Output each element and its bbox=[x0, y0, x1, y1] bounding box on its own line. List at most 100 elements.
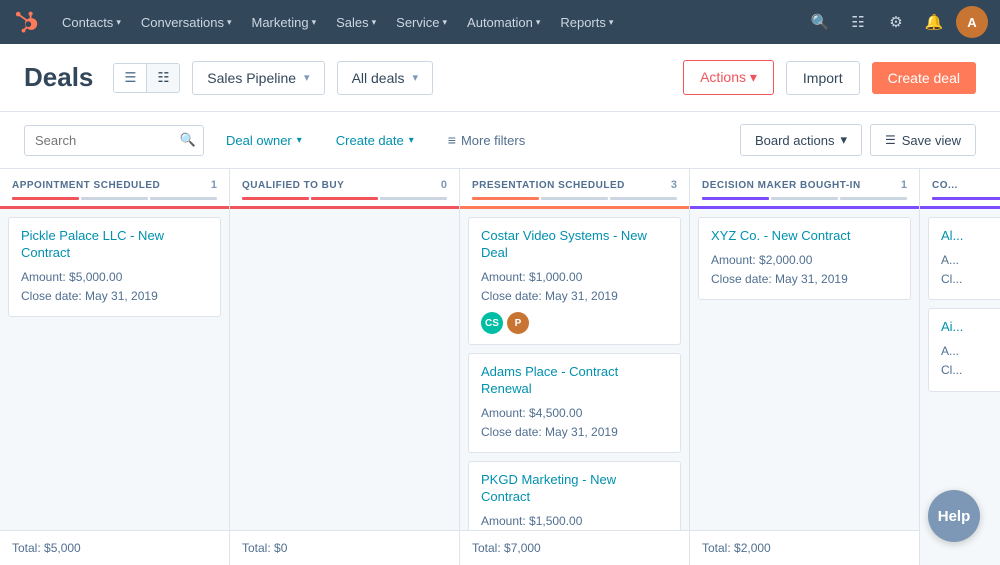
deal-detail: Amount: $4,500.00Close date: May 31, 201… bbox=[481, 404, 668, 442]
list-view-button[interactable]: ☰ bbox=[114, 64, 147, 92]
page-header: Deals ☰ ☷ Sales Pipeline ▾ All deals ▾ A… bbox=[0, 44, 1000, 112]
deal-name[interactable]: Costar Video Systems - New Deal bbox=[481, 228, 668, 262]
column-count: 3 bbox=[671, 179, 677, 191]
notifications-icon[interactable]: 🔔 bbox=[918, 6, 950, 38]
deal-avatars: CSP bbox=[481, 312, 668, 334]
stage-bar bbox=[150, 197, 217, 200]
stage-bar bbox=[932, 197, 1000, 200]
stage-bar bbox=[81, 197, 148, 200]
avatar: CS bbox=[481, 312, 503, 334]
deal-detail: Amount: $1,500.00Close date: May 31, 201… bbox=[481, 512, 668, 530]
column-total: Total: $0 bbox=[230, 530, 459, 565]
deal-name[interactable]: Ai... bbox=[941, 319, 1000, 336]
nav-service[interactable]: Service ▾ bbox=[386, 0, 457, 44]
stage-bar bbox=[610, 197, 677, 200]
column-body: XYZ Co. - New Contract Amount: $2,000.00C… bbox=[690, 209, 919, 530]
stage-bar bbox=[541, 197, 608, 200]
deal-card[interactable]: Al... A...Cl... bbox=[928, 217, 1000, 300]
column-count: 1 bbox=[211, 179, 217, 191]
deal-card[interactable]: XYZ Co. - New Contract Amount: $2,000.00C… bbox=[698, 217, 911, 300]
chevron-down-icon: ▾ bbox=[227, 17, 232, 28]
deal-owner-filter-button[interactable]: Deal owner ▾ bbox=[214, 126, 314, 155]
help-button[interactable]: Help bbox=[928, 490, 980, 542]
pipeline-select[interactable]: Sales Pipeline ▾ bbox=[192, 61, 324, 95]
filter-dropdown-button[interactable]: All deals ▾ bbox=[337, 61, 433, 95]
pipeline-dropdown-button[interactable]: Sales Pipeline ▾ bbox=[192, 61, 324, 95]
save-view-button[interactable]: ☰ Save view bbox=[870, 124, 976, 156]
chevron-down-icon: ▾ bbox=[312, 17, 317, 28]
column-name: PRESENTATION SCHEDULED bbox=[472, 180, 625, 191]
nav-items: Contacts ▾ Conversations ▾ Marketing ▾ S… bbox=[52, 0, 804, 44]
column-name: DECISION MAKER BOUGHT-IN bbox=[702, 180, 861, 191]
column-count: 0 bbox=[441, 179, 447, 191]
settings-icon[interactable]: ⚙ bbox=[880, 6, 912, 38]
deal-name[interactable]: PKGD Marketing - New Contract bbox=[481, 472, 668, 506]
import-button[interactable]: Import bbox=[786, 61, 860, 95]
chevron-down-icon: ▾ bbox=[372, 17, 377, 28]
stage-bar bbox=[12, 197, 79, 200]
deal-name[interactable]: Al... bbox=[941, 228, 1000, 245]
deal-card[interactable]: PKGD Marketing - New Contract Amount: $1,… bbox=[468, 461, 681, 530]
board-column: QUALIFIED TO BUY 0 Total: $0 bbox=[230, 169, 460, 565]
chevron-down-icon: ▾ bbox=[409, 135, 414, 146]
deal-card[interactable]: Ai... A...Cl... bbox=[928, 308, 1000, 391]
search-input[interactable] bbox=[24, 125, 204, 156]
marketplace-icon[interactable]: ☷ bbox=[842, 6, 874, 38]
actions-button[interactable]: Actions ▾ bbox=[683, 60, 774, 95]
column-name: QUALIFIED TO BUY bbox=[242, 180, 344, 191]
deal-name[interactable]: Pickle Palace LLC - New Contract bbox=[21, 228, 208, 262]
top-navigation: Contacts ▾ Conversations ▾ Marketing ▾ S… bbox=[0, 0, 1000, 44]
deal-detail: A...Cl... bbox=[941, 342, 1000, 380]
nav-right-icons: 🔍 ☷ ⚙ 🔔 A bbox=[804, 6, 988, 38]
nav-contacts[interactable]: Contacts ▾ bbox=[52, 0, 131, 44]
deals-board: APPOINTMENT SCHEDULED1Pickle Palace LLC … bbox=[0, 169, 1000, 565]
avatar[interactable]: A bbox=[956, 6, 988, 38]
column-count: 1 bbox=[901, 179, 907, 191]
deal-card[interactable]: Costar Video Systems - New Deal Amount: $… bbox=[468, 217, 681, 345]
chevron-down-icon: ▾ bbox=[304, 71, 310, 84]
stage-bar bbox=[771, 197, 838, 200]
create-date-filter-button[interactable]: Create date ▾ bbox=[324, 126, 426, 155]
column-body bbox=[230, 209, 459, 530]
filter-right: Board actions ▾ ☰ Save view bbox=[740, 124, 976, 156]
search-icon[interactable]: 🔍 bbox=[804, 6, 836, 38]
hubspot-logo[interactable] bbox=[12, 6, 44, 38]
stage-bar bbox=[311, 197, 378, 200]
deal-detail: A...Cl... bbox=[941, 251, 1000, 289]
column-total: Total: $2,000 bbox=[690, 530, 919, 565]
stage-bar bbox=[840, 197, 907, 200]
board-column: APPOINTMENT SCHEDULED1Pickle Palace LLC … bbox=[0, 169, 230, 565]
deal-card[interactable]: Adams Place - Contract Renewal Amount: $4… bbox=[468, 353, 681, 453]
deal-detail: Amount: $2,000.00Close date: May 31, 201… bbox=[711, 251, 898, 289]
nav-marketing[interactable]: Marketing ▾ bbox=[241, 0, 326, 44]
more-filters-button[interactable]: ≡ More filters bbox=[436, 125, 537, 155]
deal-name[interactable]: Adams Place - Contract Renewal bbox=[481, 364, 668, 398]
nav-sales[interactable]: Sales ▾ bbox=[326, 0, 386, 44]
chevron-down-icon: ▾ bbox=[609, 17, 614, 28]
chevron-down-icon: ▾ bbox=[840, 132, 847, 148]
board-column: PRESENTATION SCHEDULED 3 Costar Video Syst… bbox=[460, 169, 690, 565]
deal-detail: Amount: $5,000.00Close date: May 31, 201… bbox=[21, 268, 208, 306]
chevron-down-icon: ▾ bbox=[116, 17, 121, 28]
filter-bar: 🔍 Deal owner ▾ Create date ▾ ≡ More filt… bbox=[0, 112, 1000, 169]
search-wrapper: 🔍 bbox=[24, 125, 204, 156]
filter-select[interactable]: All deals ▾ bbox=[337, 61, 433, 95]
page-title: Deals bbox=[24, 62, 93, 93]
chevron-down-icon: ▾ bbox=[412, 71, 418, 84]
stage-bar bbox=[702, 197, 769, 200]
board-actions-button[interactable]: Board actions ▾ bbox=[740, 124, 862, 156]
nav-reports[interactable]: Reports ▾ bbox=[550, 0, 623, 44]
create-deal-button[interactable]: Create deal bbox=[872, 62, 976, 94]
nav-automation[interactable]: Automation ▾ bbox=[457, 0, 550, 44]
nav-conversations[interactable]: Conversations ▾ bbox=[131, 0, 242, 44]
board-view-button[interactable]: ☷ bbox=[147, 64, 179, 92]
avatar: P bbox=[507, 312, 529, 334]
deal-card[interactable]: Pickle Palace LLC - New Contract Amount: … bbox=[8, 217, 221, 317]
chevron-down-icon: ▾ bbox=[443, 17, 448, 28]
deal-detail: Amount: $1,000.00Close date: May 31, 201… bbox=[481, 268, 668, 306]
save-icon: ☰ bbox=[885, 133, 896, 147]
stage-bar bbox=[242, 197, 309, 200]
deal-name[interactable]: XYZ Co. - New Contract bbox=[711, 228, 898, 245]
column-total: Total: $5,000 bbox=[0, 530, 229, 565]
stage-bar bbox=[380, 197, 447, 200]
